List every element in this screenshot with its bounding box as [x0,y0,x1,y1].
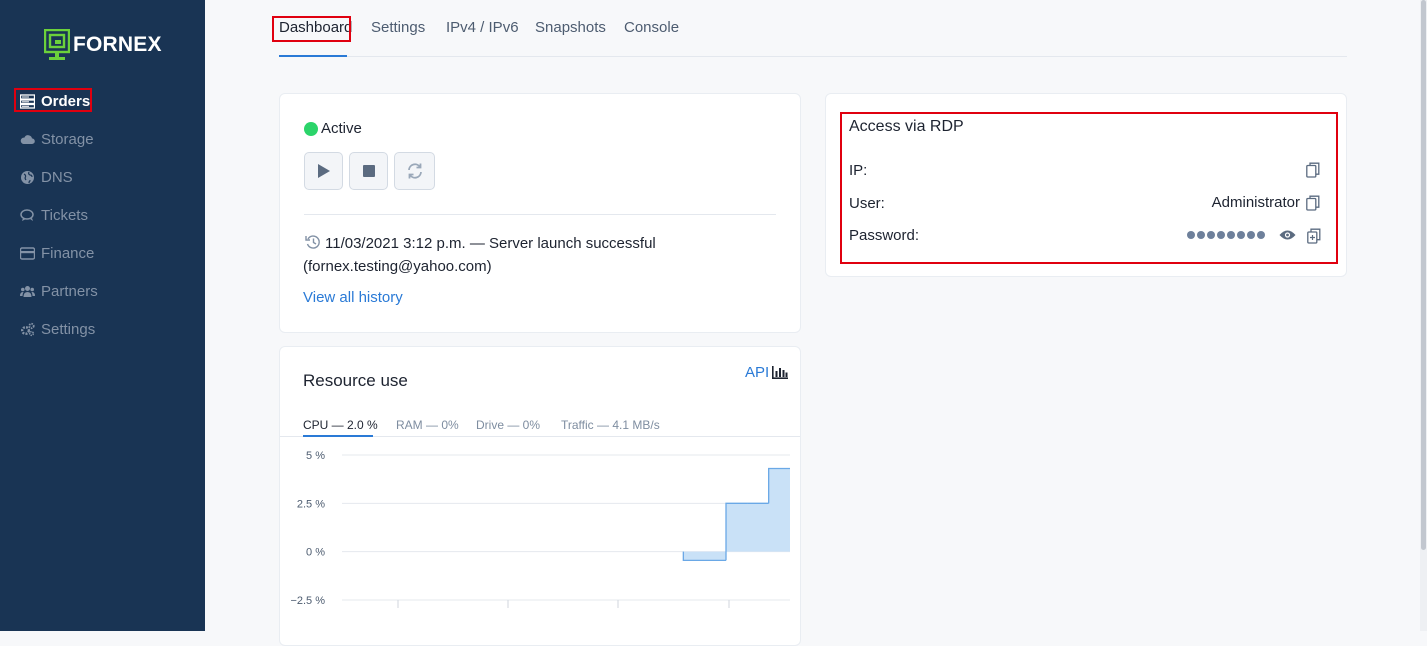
logo-text: FORNEX [73,33,162,56]
tab-snapshots[interactable]: Snapshots [535,19,606,36]
stop-icon [362,165,375,177]
ip-label: IP: [849,162,868,179]
fornex-logo[interactable]: FORNEX [44,29,162,61]
subtab-traffic[interactable]: Traffic — 4.1 MB/s [561,418,660,432]
status-divider [304,214,776,215]
scrollbar[interactable] [1420,0,1427,631]
sidebar: FORNEX Orders Storage DNS Tickets Financ… [0,0,205,631]
api-label: API [745,364,770,381]
view-all-history-link[interactable]: View all history [303,289,403,306]
subtab-cpu[interactable]: CPU — 2.0 % [303,418,378,432]
bar-chart-icon [772,366,789,379]
rdp-title: Access via RDP [849,118,964,135]
subtab-drive[interactable]: Drive — 0% [476,418,540,432]
sidebar-item-label: Partners [41,282,98,300]
sidebar-item-dns[interactable]: DNS [20,166,73,188]
sidebar-item-partners[interactable]: Partners [20,280,98,302]
refresh-icon [407,163,422,179]
sidebar-item-label: Orders [41,92,91,110]
logo-icon [44,29,70,60]
password-masked [1187,231,1265,239]
sidebar-item-label: Storage [41,130,94,148]
sidebar-item-orders[interactable]: Orders [20,90,90,112]
copy-ip-icon[interactable] [1306,162,1320,178]
server-icon [20,93,35,109]
y-tick-label: −2.5 % [290,595,325,607]
sidebar-item-label: Settings [41,320,96,338]
status-indicator [304,122,318,136]
sidebar-item-storage[interactable]: Storage [20,128,94,150]
password-label: Password: [849,227,920,244]
copy-password-icon[interactable] [1307,228,1321,244]
play-icon [317,164,330,178]
tab-settings[interactable]: Settings [371,19,425,36]
start-button[interactable] [304,152,343,190]
show-password-icon[interactable] [1279,229,1296,241]
y-tick-label: 0 % [306,547,325,559]
cloud-icon [20,132,35,147]
restart-button[interactable] [394,152,435,190]
scrollbar-thumb[interactable] [1421,0,1426,550]
status-text: Active [321,120,362,137]
sidebar-item-label: DNS [41,168,73,186]
sidebar-item-label: Tickets [41,206,88,224]
copy-user-icon[interactable] [1306,195,1320,211]
tab-console[interactable]: Console [624,19,679,36]
cpu-usage-chart: 5 % 2.5 % 0 % −2.5 % [290,450,790,608]
stop-button[interactable] [349,152,388,190]
user-value: Administrator [1211,194,1300,211]
subtab-ram[interactable]: RAM — 0% [396,418,459,432]
tab-dashboard[interactable]: Dashboard [279,19,352,36]
tabs-divider [279,56,1347,57]
user-label: User: [849,195,885,212]
chat-icon [20,208,35,223]
active-subtab-indicator [303,435,373,437]
active-tab-indicator [279,55,347,57]
sidebar-item-label: Finance [41,244,95,262]
history-entry: 11/03/2021 3:12 p.m. — Server launch suc… [303,235,656,275]
sidebar-item-settings[interactable]: Settings [20,318,95,340]
resource-title: Resource use [303,371,408,390]
credit-card-icon [20,246,35,261]
cpu-area [342,468,790,561]
users-icon [20,284,35,299]
tab-ipv4-ipv6[interactable]: IPv4 / IPv6 [446,19,519,36]
globe-icon [20,170,35,185]
sidebar-item-finance[interactable]: Finance [20,242,94,264]
y-tick-label: 5 % [306,450,325,462]
api-link[interactable]: API [745,364,789,381]
sidebar-item-tickets[interactable]: Tickets [20,204,88,226]
gears-icon [20,322,35,337]
y-tick-label: 2.5 % [297,498,325,510]
